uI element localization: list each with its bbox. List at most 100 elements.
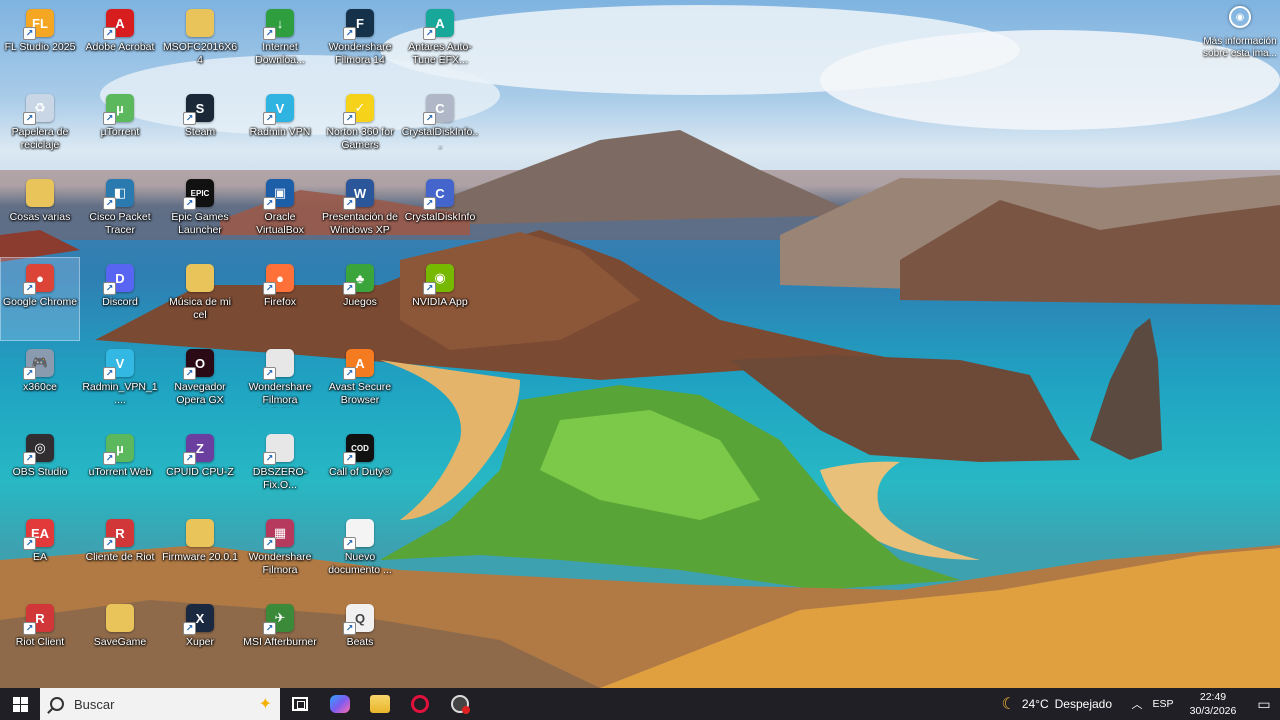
- desktop-icon[interactable]: CCrystalDiskInfo...: [401, 88, 479, 170]
- desktop-icon[interactable]: ZCPUID CPU-Z: [161, 428, 239, 510]
- desktop-icon[interactable]: ♣Juegos: [321, 258, 399, 340]
- desktop-icon-label: Xuper: [185, 636, 215, 648]
- file-explorer-button[interactable]: [360, 688, 400, 720]
- desktop-icon[interactable]: Cosas varias: [1, 173, 79, 255]
- desktop-icon[interactable]: ◉NVIDIA App: [401, 258, 479, 340]
- copilot-button[interactable]: [320, 688, 360, 720]
- desktop-icon-label: Firefox: [263, 296, 297, 308]
- desktop-icon[interactable]: QBeats: [321, 598, 399, 680]
- desktop-icon[interactable]: ▦Wondershare Filmora 14.5.20....: [241, 513, 319, 595]
- desktop-icon[interactable]: µµTorrent: [81, 88, 159, 170]
- search-input[interactable]: [74, 696, 224, 712]
- search-icon: [50, 697, 64, 711]
- word-document-icon: W: [343, 179, 374, 210]
- desktop-icon[interactable]: Nuevo documento ...: [321, 513, 399, 595]
- cpu-z-icon: Z: [183, 434, 214, 465]
- notification-center-button[interactable]: ▭: [1248, 688, 1280, 720]
- desktop-icon-label: Papelera de reciclaje: [11, 126, 69, 151]
- folder-icon: [26, 179, 54, 207]
- desktop-icon[interactable]: FLFL Studio 2025: [1, 3, 79, 85]
- desktop-icon[interactable]: µuTorrent Web: [81, 428, 159, 510]
- desktop-icon[interactable]: CODCall of Duty®: [321, 428, 399, 510]
- virtualbox-icon: ▣: [263, 179, 294, 210]
- desktop-icon[interactable]: RCliente de Riot: [81, 513, 159, 595]
- weather-widget[interactable]: ☾ 24°C Despejado: [1001, 694, 1112, 714]
- language-indicator[interactable]: ESP: [1148, 688, 1178, 720]
- desktop-icon-label: Nuevo documento ...: [328, 551, 392, 576]
- desktop-icon[interactable]: Música de mi cel: [161, 258, 239, 340]
- desktop-icon[interactable]: Firmware 20.0.1: [161, 513, 239, 595]
- radmin-vpn-installer-icon: V: [103, 349, 134, 380]
- desktop-icon-label: Riot Client: [15, 636, 65, 648]
- desktop-icon[interactable]: ✓Norton 360 for Gamers: [321, 88, 399, 170]
- clock-time: 22:49: [1199, 691, 1227, 703]
- desktop-icon[interactable]: DBSZERO-Fix.O...: [241, 428, 319, 510]
- desktop-icon-label: Cisco Packet Tracer: [89, 211, 151, 236]
- desktop-icon[interactable]: ●Google Chrome: [0, 257, 80, 341]
- desktop-icon-label: Google Chrome: [2, 296, 78, 308]
- desktop-icon[interactable]: FWondershare Filmora 14: [321, 3, 399, 85]
- gamepad-icon: 🎮: [23, 349, 54, 380]
- opera-gx-button[interactable]: [400, 688, 440, 720]
- desktop-icon[interactable]: ◎OBS Studio: [1, 428, 79, 510]
- windows-logo-icon: [12, 696, 28, 712]
- desktop-icon[interactable]: AAvast Secure Browser: [321, 343, 399, 425]
- task-view-button[interactable]: [280, 688, 320, 720]
- desktop-icon-label: Música de mi cel: [169, 296, 231, 321]
- folder-icon: [370, 695, 390, 713]
- desktop-icon-label: Cosas varias: [9, 211, 71, 223]
- desktop-icon[interactable]: ♻Papelera de reciclaje: [1, 88, 79, 170]
- nvidia-icon: ◉: [423, 264, 454, 295]
- clock[interactable]: 22:49 30/3/2026: [1178, 690, 1248, 718]
- desktop-icon-label: Firmware 20.0.1: [162, 551, 238, 563]
- desktop-icon[interactable]: VRadmin_VPN_1....: [81, 343, 159, 425]
- desktop-icon[interactable]: SSteam: [161, 88, 239, 170]
- desktop-icon[interactable]: ↓Internet Downloa...: [241, 3, 319, 85]
- search-highlight-icon: ✦: [258, 696, 272, 713]
- crystaldiskinfo-icon: C: [423, 94, 454, 125]
- desktop-icon[interactable]: MSOFC2016X64: [161, 3, 239, 85]
- chevron-up-icon[interactable]: ︿: [1126, 688, 1148, 720]
- tree-folder-icon: ♣: [343, 264, 374, 295]
- avast-browser-icon: A: [343, 349, 374, 380]
- desktop-icon[interactable]: AAntares Auto-Tune EFX...: [401, 3, 479, 85]
- desktop-icon[interactable]: RRiot Client: [1, 598, 79, 680]
- desktop-icon[interactable]: ✈MSI Afterburner: [241, 598, 319, 680]
- desktop-icon[interactable]: EAEA: [1, 513, 79, 595]
- desktop-icon-label: FL Studio 2025: [4, 41, 76, 53]
- auto-tune-icon: A: [423, 9, 454, 40]
- cisco-packet-tracer-icon: ◧: [103, 179, 134, 210]
- desktop-icon[interactable]: Wondershare Filmora 14.5.20....: [241, 343, 319, 425]
- desktop-icon[interactable]: ◧Cisco Packet Tracer: [81, 173, 159, 255]
- desktop-icon[interactable]: EPICEpic Games Launcher: [161, 173, 239, 255]
- desktop-icon[interactable]: DDiscord: [81, 258, 159, 340]
- start-button[interactable]: [0, 688, 40, 720]
- desktop-icon-label: Discord: [102, 296, 138, 308]
- desktop-icon[interactable]: CCrystalDiskInfo: [401, 173, 479, 255]
- file-icon: [263, 434, 294, 465]
- search-box[interactable]: ✦: [40, 688, 280, 720]
- utorrent-web-icon: µ: [103, 434, 134, 465]
- desktop-icon[interactable]: WPresentación de Windows XP: [321, 173, 399, 255]
- spotlight-info[interactable]: ◉ Más información sobre esta ima...: [1200, 6, 1280, 60]
- obs-button[interactable]: [440, 688, 480, 720]
- desktop-icon-label: EA: [32, 551, 47, 563]
- desktop-icon[interactable]: ONavegador Opera GX: [161, 343, 239, 425]
- desktop-icon-label: Radmin_VPN_1....: [82, 381, 158, 406]
- desktop-icon[interactable]: ▣Oracle VirtualBox: [241, 173, 319, 255]
- taskbar: ✦ ☾ 24°C Despejado ︿ ESP 22:49 30/3/2026…: [0, 688, 1280, 720]
- desktop-icon[interactable]: XXuper: [161, 598, 239, 680]
- internet-download-manager-icon: ↓: [263, 9, 294, 40]
- desktop-icon[interactable]: 🎮x360ce: [1, 343, 79, 425]
- folder-icon: [186, 264, 214, 292]
- discord-icon: D: [103, 264, 134, 295]
- weather-condition: Despejado: [1054, 697, 1112, 711]
- chrome-icon: ●: [23, 264, 54, 295]
- desktop-icon[interactable]: AAdobe Acrobat: [81, 3, 159, 85]
- desktop-icon-label: Navegador Opera GX: [174, 381, 226, 406]
- weather-temperature: 24°C: [1021, 697, 1049, 711]
- desktop-icon[interactable]: SaveGame: [81, 598, 159, 680]
- desktop-icon-label: Oracle VirtualBox: [256, 211, 304, 236]
- desktop-icon[interactable]: VRadmin VPN: [241, 88, 319, 170]
- desktop-icon[interactable]: ●Firefox: [241, 258, 319, 340]
